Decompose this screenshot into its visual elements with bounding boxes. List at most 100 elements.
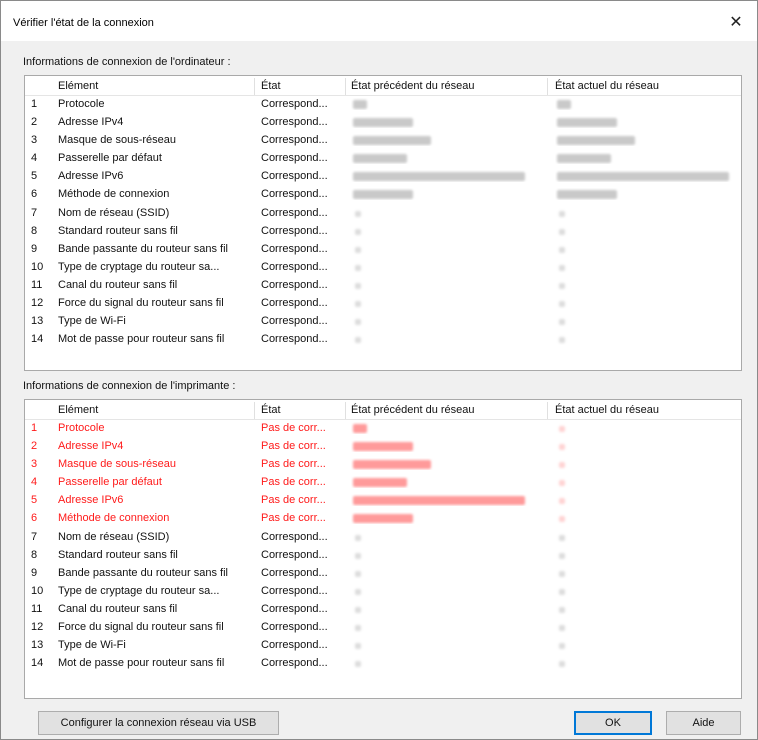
table-row[interactable]: 2 Adresse IPv4 Pas de corr... [25, 438, 741, 456]
computer-connection-list[interactable]: Elément État État précédent du réseau Ét… [24, 75, 742, 371]
table-row[interactable]: 14 Mot de passe pour routeur sans fil Corr… [25, 655, 741, 673]
row-status: Correspond... [261, 530, 328, 543]
row-status: Correspond... [261, 206, 328, 219]
column-header-current[interactable]: État actuel du réseau [555, 404, 659, 416]
previous-value-redacted [351, 458, 551, 470]
row-status: Correspond... [261, 657, 328, 670]
redaction-mark [559, 570, 565, 577]
table-row[interactable]: 8 Standard routeur sans fil Correspond... [25, 547, 741, 565]
current-value-redacted [555, 243, 741, 255]
table-row[interactable]: 7 Nom de réseau (SSID) Correspond... [25, 529, 741, 547]
row-element: Standard routeur sans fil [58, 224, 178, 237]
row-number: 8 [31, 548, 38, 561]
row-status: Pas de corr... [261, 422, 326, 434]
redaction-mark [559, 480, 565, 487]
ok-button[interactable]: OK [574, 711, 652, 735]
table-row[interactable]: 1 Protocole Pas de corr... [25, 420, 741, 438]
column-header-element[interactable]: Elément [58, 80, 98, 92]
table-row[interactable]: 4 Passerelle par défaut Pas de corr... [25, 474, 741, 492]
printer-connection-list[interactable]: Elément État État précédent du réseau Ét… [24, 399, 742, 699]
redaction-mark [355, 319, 361, 326]
help-button[interactable]: Aide [666, 711, 741, 735]
configure-usb-button[interactable]: Configurer la connexion réseau via USB [38, 711, 279, 735]
current-value-redacted [555, 422, 741, 434]
table-row[interactable]: 1 Protocole Correspond... [25, 96, 741, 114]
table-row[interactable]: 4 Passerelle par défaut Correspond... [25, 150, 741, 168]
row-element: Force du signal du routeur sans fil [58, 621, 224, 634]
row-element: Adresse IPv6 [58, 494, 124, 507]
previous-value-redacted [351, 585, 551, 597]
row-status: Correspond... [261, 566, 328, 579]
table-row[interactable]: 11 Canal du routeur sans fil Correspond... [25, 601, 741, 619]
table-row[interactable]: 3 Masque de sous-réseau Pas de corr... [25, 456, 741, 474]
row-element: Bande passante du routeur sans fil [58, 566, 229, 579]
redaction-mark [559, 661, 565, 668]
row-element: Masque de sous-réseau [58, 134, 177, 147]
table-row[interactable]: 13 Type de Wi-Fi Correspond... [25, 313, 741, 331]
row-element: Force du signal du routeur sans fil [58, 297, 224, 310]
column-header-current[interactable]: État actuel du réseau [555, 80, 659, 92]
table-row[interactable]: 12 Force du signal du routeur sans fil Cor… [25, 619, 741, 637]
list-header: Elément État État précédent du réseau Ét… [25, 400, 741, 420]
current-value-redacted [555, 494, 741, 506]
row-number: 10 [31, 584, 44, 597]
close-icon[interactable]: ✕ [721, 10, 751, 36]
row-element: Méthode de connexion [58, 512, 170, 525]
table-row[interactable]: 3 Masque de sous-réseau Correspond... [25, 132, 741, 150]
row-number: 11 [31, 602, 43, 615]
redaction-mark [559, 210, 565, 217]
table-row[interactable]: 9 Bande passante du routeur sans fil Corre… [25, 241, 741, 259]
table-row[interactable]: 7 Nom de réseau (SSID) Correspond... [25, 205, 741, 223]
redaction-mark [559, 588, 565, 595]
table-row[interactable]: 10 Type de cryptage du routeur sa... Corre… [25, 583, 741, 601]
redaction-mark [355, 228, 361, 235]
redaction-mark [355, 570, 361, 577]
table-row[interactable]: 12 Force du signal du routeur sans fil Cor… [25, 295, 741, 313]
current-value-redacted [555, 333, 741, 345]
row-element: Canal du routeur sans fil [58, 278, 178, 291]
redaction-mark [355, 552, 361, 559]
redaction-mark [355, 643, 361, 650]
row-status: Correspond... [261, 315, 328, 328]
previous-value-redacted [351, 567, 551, 579]
redaction-mark [557, 154, 611, 164]
table-row[interactable]: 14 Mot de passe pour routeur sans fil Corr… [25, 331, 741, 349]
row-number: 12 [31, 621, 44, 634]
table-row[interactable]: 6 Méthode de connexion Pas de corr... [25, 510, 741, 528]
previous-value-redacted [351, 333, 551, 345]
current-value-redacted [555, 261, 741, 273]
previous-value-redacted [351, 170, 551, 182]
redaction-mark [353, 118, 413, 128]
row-element: Mot de passe pour routeur sans fil [58, 657, 225, 670]
redaction-mark [557, 136, 635, 146]
column-header-status[interactable]: État [261, 404, 281, 416]
table-row[interactable]: 6 Méthode de connexion Correspond... [25, 186, 741, 204]
list-rows: 1 Protocole Pas de corr... 2 Adresse IPv4 Pas… [25, 420, 741, 673]
previous-value-redacted [351, 188, 551, 200]
table-row[interactable]: 13 Type de Wi-Fi Correspond... [25, 637, 741, 655]
table-row[interactable]: 11 Canal du routeur sans fil Correspond... [25, 277, 741, 295]
previous-value-redacted [351, 225, 551, 237]
previous-value-redacted [351, 494, 551, 506]
redaction-mark [559, 264, 565, 271]
column-header-status[interactable]: État [261, 80, 281, 92]
table-row[interactable]: 5 Adresse IPv6 Pas de corr... [25, 492, 741, 510]
redaction-mark [559, 246, 565, 253]
column-header-element[interactable]: Elément [58, 404, 98, 416]
column-header-previous[interactable]: État précédent du réseau [351, 404, 475, 416]
current-value-redacted [555, 116, 741, 128]
redaction-mark [559, 426, 565, 432]
table-row[interactable]: 8 Standard routeur sans fil Correspond... [25, 223, 741, 241]
row-status: Pas de corr... [261, 458, 326, 471]
redaction-mark [355, 210, 361, 217]
row-number: 13 [31, 639, 44, 652]
redaction-mark [353, 424, 367, 433]
redaction-mark [353, 460, 431, 470]
table-row[interactable]: 10 Type de cryptage du routeur sa... Corre… [25, 259, 741, 277]
row-status: Correspond... [261, 639, 328, 652]
column-header-previous[interactable]: État précédent du réseau [351, 80, 475, 92]
previous-value-redacted [351, 476, 551, 488]
table-row[interactable]: 9 Bande passante du routeur sans fil Corre… [25, 565, 741, 583]
table-row[interactable]: 5 Adresse IPv6 Correspond... [25, 168, 741, 186]
table-row[interactable]: 2 Adresse IPv4 Correspond... [25, 114, 741, 132]
